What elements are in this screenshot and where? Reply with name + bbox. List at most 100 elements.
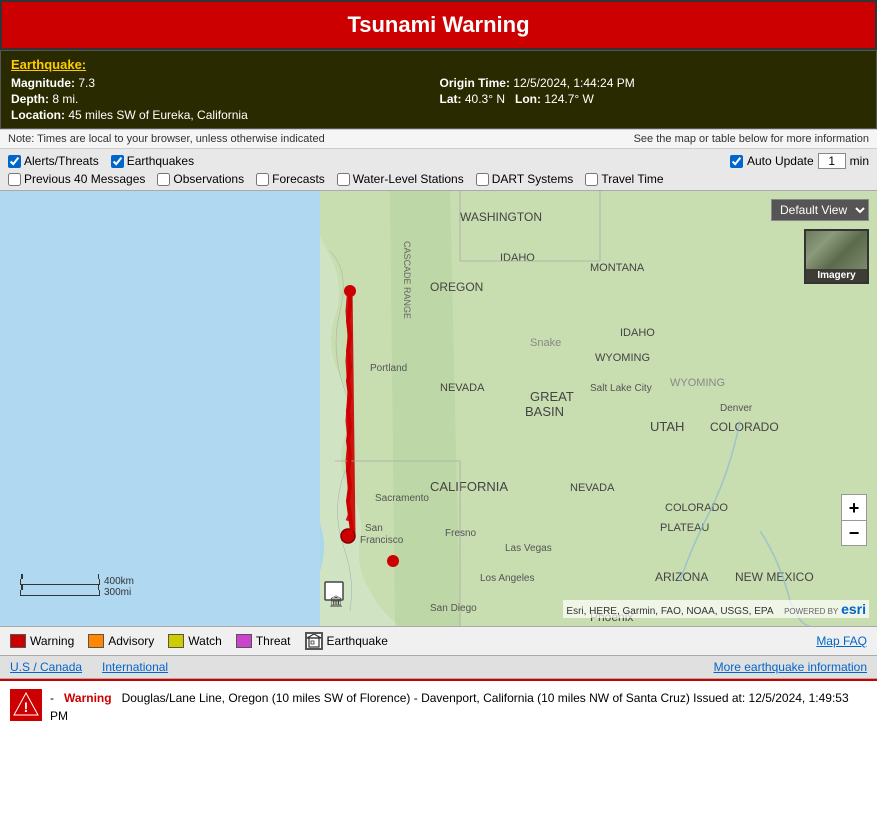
- dart-checkbox-label[interactable]: DART Systems: [476, 172, 574, 186]
- origin-label: Origin Time:: [440, 76, 510, 90]
- earthquake-info: Earthquake: Magnitude: 7.3 Origin Time: …: [0, 50, 877, 129]
- map-view-dropdown[interactable]: Default ViewImageryStreetsTopographic: [771, 199, 869, 221]
- svg-text:San Diego: San Diego: [430, 603, 477, 614]
- auto-update-label: Auto Update: [747, 154, 814, 168]
- scale-mi-label: 300mi: [104, 587, 131, 598]
- svg-text:GREAT: GREAT: [530, 389, 574, 404]
- advisory-color-swatch: [88, 634, 104, 648]
- earthquakes-checkbox-label[interactable]: Earthquakes: [111, 154, 194, 168]
- min-label: min: [850, 154, 869, 168]
- lon-label: Lon:: [515, 92, 541, 106]
- origin-value: 12/5/2024, 1:44:24 PM: [513, 76, 634, 90]
- travel-time-checkbox-label[interactable]: Travel Time: [585, 172, 663, 186]
- svg-text:Las Vegas: Las Vegas: [505, 543, 552, 554]
- more-earthquake-info-link[interactable]: More earthquake information: [714, 660, 867, 674]
- svg-text:COLORADO: COLORADO: [710, 420, 779, 434]
- earthquake-details: Magnitude: 7.3 Origin Time: 12/5/2024, 1…: [11, 76, 866, 122]
- observations-checkbox[interactable]: [157, 173, 170, 186]
- tab-us-canada[interactable]: U.S / Canada: [10, 660, 82, 674]
- imagery-thumb-label: Imagery: [806, 269, 867, 282]
- warning-text: - Warning Douglas/Lane Line, Oregon (10 …: [50, 689, 867, 725]
- svg-text:COLORADO: COLORADO: [665, 502, 728, 514]
- alerts-threats-checkbox-label[interactable]: Alerts/Threats: [8, 154, 99, 168]
- scale-bar: 400km 300mi: [20, 576, 134, 598]
- travel-time-checkbox[interactable]: [585, 173, 598, 186]
- svg-text:CASCADE RANGE: CASCADE RANGE: [402, 241, 412, 319]
- alerts-threats-checkbox[interactable]: [8, 155, 21, 168]
- legend-right: Map FAQ: [816, 634, 867, 648]
- advisory-legend-label: Advisory: [108, 634, 154, 648]
- earthquake-building-icon: [305, 632, 323, 650]
- auto-update-checkbox[interactable]: [730, 155, 743, 168]
- depth-value: 8 mi.: [52, 92, 78, 106]
- map-svg: WASHINGTON OREGON IDAHO MONTANA WYOMING …: [0, 191, 877, 626]
- esri-brand-label: esri: [841, 601, 866, 617]
- svg-text:MONTANA: MONTANA: [590, 262, 645, 274]
- warning-icon: !: [10, 689, 42, 721]
- svg-text:UTAH: UTAH: [650, 419, 684, 434]
- depth-label: Depth:: [11, 92, 49, 106]
- location-row: Location: 45 miles SW of Eureka, Califor…: [11, 108, 438, 122]
- imagery-thumbnail[interactable]: Imagery: [804, 229, 869, 284]
- water-level-checkbox-label[interactable]: Water-Level Stations: [337, 172, 464, 186]
- magnitude-value: 7.3: [78, 76, 95, 90]
- svg-text:Fresno: Fresno: [445, 528, 477, 539]
- svg-text:🏛: 🏛: [329, 595, 343, 608]
- earthquake-title-link[interactable]: Earthquake:: [11, 57, 86, 72]
- svg-text:San: San: [365, 523, 383, 534]
- depth-row: Depth: 8 mi.: [11, 92, 438, 106]
- magnitude-row: Magnitude: 7.3: [11, 76, 438, 90]
- auto-update-input[interactable]: 1: [818, 153, 846, 169]
- zoom-out-button[interactable]: −: [841, 520, 867, 546]
- svg-text:Los Angeles: Los Angeles: [480, 573, 535, 584]
- previous-40-checkbox[interactable]: [8, 173, 21, 186]
- warning-message-bar: ! - Warning Douglas/Lane Line, Oregon (1…: [0, 679, 877, 739]
- magnitude-label: Magnitude:: [11, 76, 75, 90]
- latlon-row: Lat: 40.3° N Lon: 124.7° W: [440, 92, 867, 106]
- watch-color-swatch: [168, 634, 184, 648]
- forecasts-label: Forecasts: [272, 172, 325, 186]
- observations-checkbox-label[interactable]: Observations: [157, 172, 244, 186]
- svg-text:Denver: Denver: [720, 403, 753, 414]
- svg-text:WYOMING: WYOMING: [595, 352, 650, 364]
- warning-legend-label: Warning: [30, 634, 74, 648]
- threat-color-swatch: [236, 634, 252, 648]
- svg-text:IDAHO: IDAHO: [500, 252, 535, 264]
- svg-text:WASHINGTON: WASHINGTON: [460, 210, 542, 224]
- warning-label: Warning: [64, 691, 112, 705]
- earthquakes-checkbox[interactable]: [111, 155, 124, 168]
- note-bar: Note: Times are local to your browser, u…: [0, 129, 877, 149]
- scale-km-label: 400km: [104, 576, 134, 587]
- observations-label: Observations: [173, 172, 244, 186]
- lat-label: Lat:: [440, 92, 462, 106]
- tabs-bar: U.S / Canada International More earthqua…: [0, 656, 877, 679]
- svg-text:Snake: Snake: [530, 337, 561, 349]
- zoom-in-button[interactable]: +: [841, 494, 867, 520]
- svg-text:CALIFORNIA: CALIFORNIA: [430, 479, 508, 494]
- svg-text:Salt Lake City: Salt Lake City: [590, 383, 652, 394]
- warning-color-swatch: [10, 634, 26, 648]
- powered-by-label: POWERED BY: [784, 607, 838, 616]
- lat-value: 40.3° N: [465, 92, 505, 106]
- tab-international[interactable]: International: [102, 660, 168, 674]
- note-left: Note: Times are local to your browser, u…: [8, 133, 325, 145]
- map-faq-link[interactable]: Map FAQ: [816, 634, 867, 648]
- map-container[interactable]: WASHINGTON OREGON IDAHO MONTANA WYOMING …: [0, 191, 877, 626]
- watch-legend-label: Watch: [188, 634, 222, 648]
- svg-text:BASIN: BASIN: [525, 404, 564, 419]
- esri-attribution: Esri, HERE, Garmin, FAO, NOAA, USGS, EPA…: [563, 600, 869, 618]
- note-right: See the map or table below for more info…: [634, 133, 869, 145]
- water-level-checkbox[interactable]: [337, 173, 350, 186]
- svg-text:NEW MEXICO: NEW MEXICO: [735, 570, 814, 584]
- earthquake-legend-item: Earthquake: [305, 632, 388, 650]
- forecasts-checkbox-label[interactable]: Forecasts: [256, 172, 325, 186]
- previous-40-checkbox-label[interactable]: Previous 40 Messages: [8, 172, 145, 186]
- legend-bar: Warning Advisory Watch Threat Earthquake…: [0, 626, 877, 656]
- svg-text:Sacramento: Sacramento: [375, 493, 429, 504]
- view-select: Default ViewImageryStreetsTopographic: [771, 199, 869, 221]
- location-value: 45 miles SW of Eureka, California: [68, 108, 247, 122]
- dart-checkbox[interactable]: [476, 173, 489, 186]
- map-zoom-controls: + −: [841, 494, 867, 546]
- forecasts-checkbox[interactable]: [256, 173, 269, 186]
- threat-legend-item: Threat: [236, 634, 291, 648]
